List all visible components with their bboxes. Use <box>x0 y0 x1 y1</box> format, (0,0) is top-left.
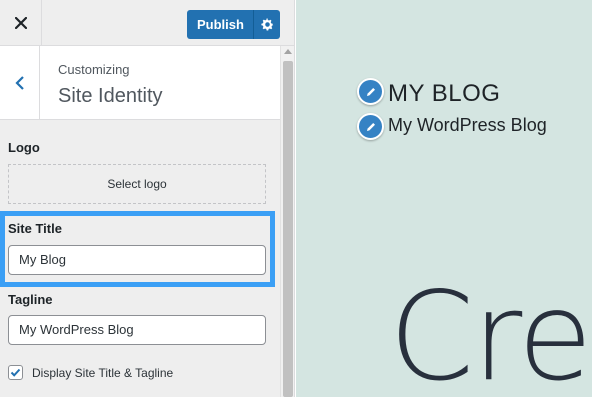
scrollbar-thumb[interactable] <box>283 61 293 397</box>
scroll-up-arrow-icon[interactable] <box>284 49 292 54</box>
logo-label: Logo <box>8 140 40 155</box>
close-icon <box>14 17 27 29</box>
publish-label: Publish <box>187 10 254 39</box>
close-button[interactable] <box>0 0 42 46</box>
preview-tagline[interactable]: My WordPress Blog <box>388 115 547 136</box>
select-logo-button[interactable]: Select logo <box>8 164 266 204</box>
pencil-icon <box>366 87 375 96</box>
gear-icon <box>260 18 273 31</box>
sidebar-scrollbar[interactable] <box>280 46 294 397</box>
back-button[interactable] <box>0 46 40 120</box>
edit-tagline-shortcut[interactable] <box>357 113 384 140</box>
publish-button[interactable]: Publish <box>187 10 280 39</box>
display-title-tagline-checkbox[interactable] <box>8 365 23 380</box>
checkmark-icon <box>10 368 21 377</box>
preview-site-title[interactable]: MY BLOG <box>388 80 500 108</box>
site-title-label: Site Title <box>8 221 62 236</box>
customizer-sidebar: Publish Customizing Site Identity Logo S… <box>0 0 295 397</box>
preview-hero-text: Cre <box>389 266 592 397</box>
tagline-label: Tagline <box>8 292 53 307</box>
customizing-label: Customizing <box>58 62 130 77</box>
pencil-icon <box>366 122 375 131</box>
section-title: Site Identity <box>58 85 163 107</box>
tagline-input[interactable]: My WordPress Blog <box>8 315 266 345</box>
publish-settings-button[interactable] <box>254 10 280 39</box>
section-header: Customizing Site Identity <box>0 46 280 120</box>
site-preview: MY BLOG My WordPress Blog Cre <box>296 0 592 397</box>
display-title-tagline-option: Display Site Title & Tagline <box>8 365 173 380</box>
site-title-input[interactable]: My Blog <box>8 245 266 275</box>
chevron-left-icon <box>14 76 24 90</box>
customizer-topbar: Publish <box>0 0 294 46</box>
edit-site-title-shortcut[interactable] <box>357 78 384 105</box>
display-title-tagline-label: Display Site Title & Tagline <box>32 365 174 380</box>
